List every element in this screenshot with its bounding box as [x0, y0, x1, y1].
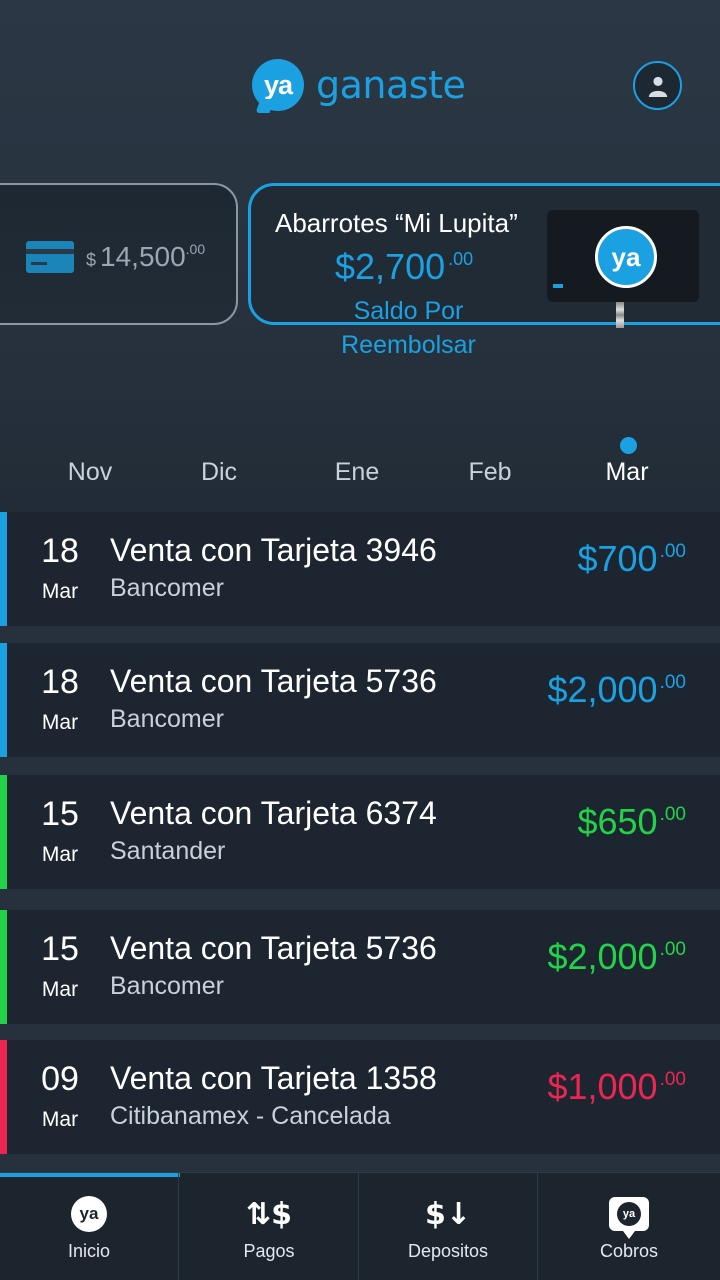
transaction-day: 18	[41, 663, 79, 701]
transaction-title: Venta con Tarjeta 3946	[110, 532, 437, 568]
status-bar	[0, 512, 7, 626]
amount-value: $2,000	[547, 669, 658, 710]
main-balance-amount: $2,700	[335, 246, 446, 287]
currency-symbol: $	[86, 250, 97, 270]
reader-led	[553, 284, 563, 288]
transaction-title: Venta con Tarjeta 6374	[110, 795, 437, 831]
transaction-row[interactable]: 15 Mar Venta con Tarjeta 5736 Bancomer $…	[0, 910, 720, 1024]
balance-label-line2: Reembolsar	[341, 331, 476, 359]
collections-chat-icon: ya	[608, 1193, 650, 1239]
status-bar	[0, 643, 7, 757]
secondary-balance: $ 14,500 .00	[86, 241, 205, 273]
amount-value: $650	[577, 801, 658, 842]
transaction-month: Mar	[41, 711, 79, 734]
month-selector: Nov Dic Ene Feb Mar	[0, 430, 720, 500]
balance-card-secondary[interactable]: $ 14,500 .00	[0, 183, 238, 325]
app-logo: ya ganaste	[252, 58, 466, 112]
amount-cents: .00	[659, 1069, 686, 1090]
ya-reader-badge-icon: ya	[595, 226, 657, 288]
status-bar	[0, 1040, 7, 1154]
nav-tab-depositos[interactable]: $↓ Depositos	[359, 1173, 538, 1280]
transaction-amount: $2,000 .00	[547, 669, 686, 711]
transaction-amount: $2,000 .00	[547, 936, 686, 978]
nav-tab-inicio[interactable]: ya Inicio	[0, 1173, 179, 1280]
amount-cents: .00	[659, 804, 686, 825]
month-tab-nov[interactable]: Nov	[68, 458, 112, 487]
nav-tab-pagos[interactable]: ⇅$ Pagos	[180, 1173, 359, 1280]
transaction-row[interactable]: 18 Mar Venta con Tarjeta 3946 Bancomer $…	[0, 512, 720, 626]
amount-value: $700	[577, 538, 658, 579]
secondary-balance-cents: .00	[185, 241, 206, 257]
transaction-day: 15	[41, 930, 79, 968]
payments-icon: ⇅$	[246, 1196, 293, 1232]
profile-button[interactable]	[633, 61, 682, 110]
secondary-balance-amount: 14,500	[100, 241, 186, 272]
credit-card-icon	[26, 241, 74, 273]
amount-value: $2,000	[547, 936, 658, 977]
transaction-title: Venta con Tarjeta 5736	[110, 930, 437, 966]
nav-label: Pagos	[243, 1241, 295, 1261]
transaction-amount: $650 .00	[577, 801, 686, 843]
store-name: Abarrotes “Mi Lupita”	[275, 208, 518, 238]
transaction-bank: Bancomer	[110, 574, 224, 602]
main-balance: $2,700 .00	[335, 246, 473, 288]
transaction-title: Venta con Tarjeta 5736	[110, 663, 437, 699]
transaction-day: 09	[41, 1060, 79, 1098]
bottom-navigation: ya Inicio ⇅$ Pagos $↓ Depositos ya Cobro…	[0, 1172, 720, 1280]
transaction-row[interactable]: 15 Mar Venta con Tarjeta 6374 Santander …	[0, 775, 720, 889]
month-tab-dic[interactable]: Dic	[201, 458, 237, 487]
nav-tab-cobros[interactable]: ya Cobros	[538, 1173, 720, 1280]
month-tab-mar[interactable]: Mar	[605, 458, 648, 487]
ya-home-icon: ya	[68, 1193, 110, 1235]
transaction-bank: Santander	[110, 837, 226, 865]
transaction-amount: $700 .00	[577, 538, 686, 580]
deposits-icon: $↓	[425, 1196, 472, 1232]
transaction-title: Venta con Tarjeta 1358	[110, 1060, 437, 1096]
amount-cents: .00	[659, 541, 686, 562]
transaction-month: Mar	[41, 978, 79, 1001]
nav-label: Inicio	[67, 1241, 111, 1261]
transaction-day: 18	[41, 532, 79, 570]
transaction-day: 15	[41, 795, 79, 833]
transaction-month: Mar	[41, 580, 79, 603]
transaction-row[interactable]: 09 Mar Venta con Tarjeta 1358 Citibaname…	[0, 1040, 720, 1154]
transaction-amount: $1,000 .00	[547, 1066, 686, 1108]
card-reader-image: ya	[547, 210, 699, 328]
nav-label: Depositos	[407, 1241, 489, 1261]
ya-logo-icon: ya	[252, 59, 304, 111]
amount-cents: .00	[659, 939, 686, 960]
transaction-bank: Bancomer	[110, 705, 224, 733]
transaction-bank: Citibanamex - Cancelada	[110, 1102, 391, 1130]
balance-label-line1: Saldo Por	[353, 297, 464, 325]
balance-label: Saldo Por Reembolsar	[301, 294, 516, 362]
status-bar	[0, 775, 7, 889]
main-balance-cents: .00	[448, 249, 474, 269]
audio-jack-plug	[616, 302, 624, 328]
transaction-month: Mar	[41, 843, 79, 866]
amount-cents: .00	[659, 672, 686, 693]
month-tab-ene[interactable]: Ene	[335, 458, 379, 487]
header-area: ya ganaste $ 14,500 .00 Abarrotes “Mi Lu…	[0, 0, 720, 512]
nav-label: Cobros	[599, 1241, 659, 1261]
app-name: ganaste	[316, 63, 466, 107]
transaction-bank: Bancomer	[110, 972, 224, 1000]
selected-month-indicator	[620, 437, 637, 454]
transaction-month: Mar	[41, 1108, 79, 1131]
user-icon	[648, 76, 667, 97]
transaction-row[interactable]: 18 Mar Venta con Tarjeta 5736 Bancomer $…	[0, 643, 720, 757]
balance-card-main[interactable]: Abarrotes “Mi Lupita” $2,700 .00 Saldo P…	[248, 183, 720, 359]
month-tab-feb[interactable]: Feb	[468, 458, 511, 487]
amount-value: $1,000	[547, 1066, 658, 1107]
status-bar	[0, 910, 7, 1024]
